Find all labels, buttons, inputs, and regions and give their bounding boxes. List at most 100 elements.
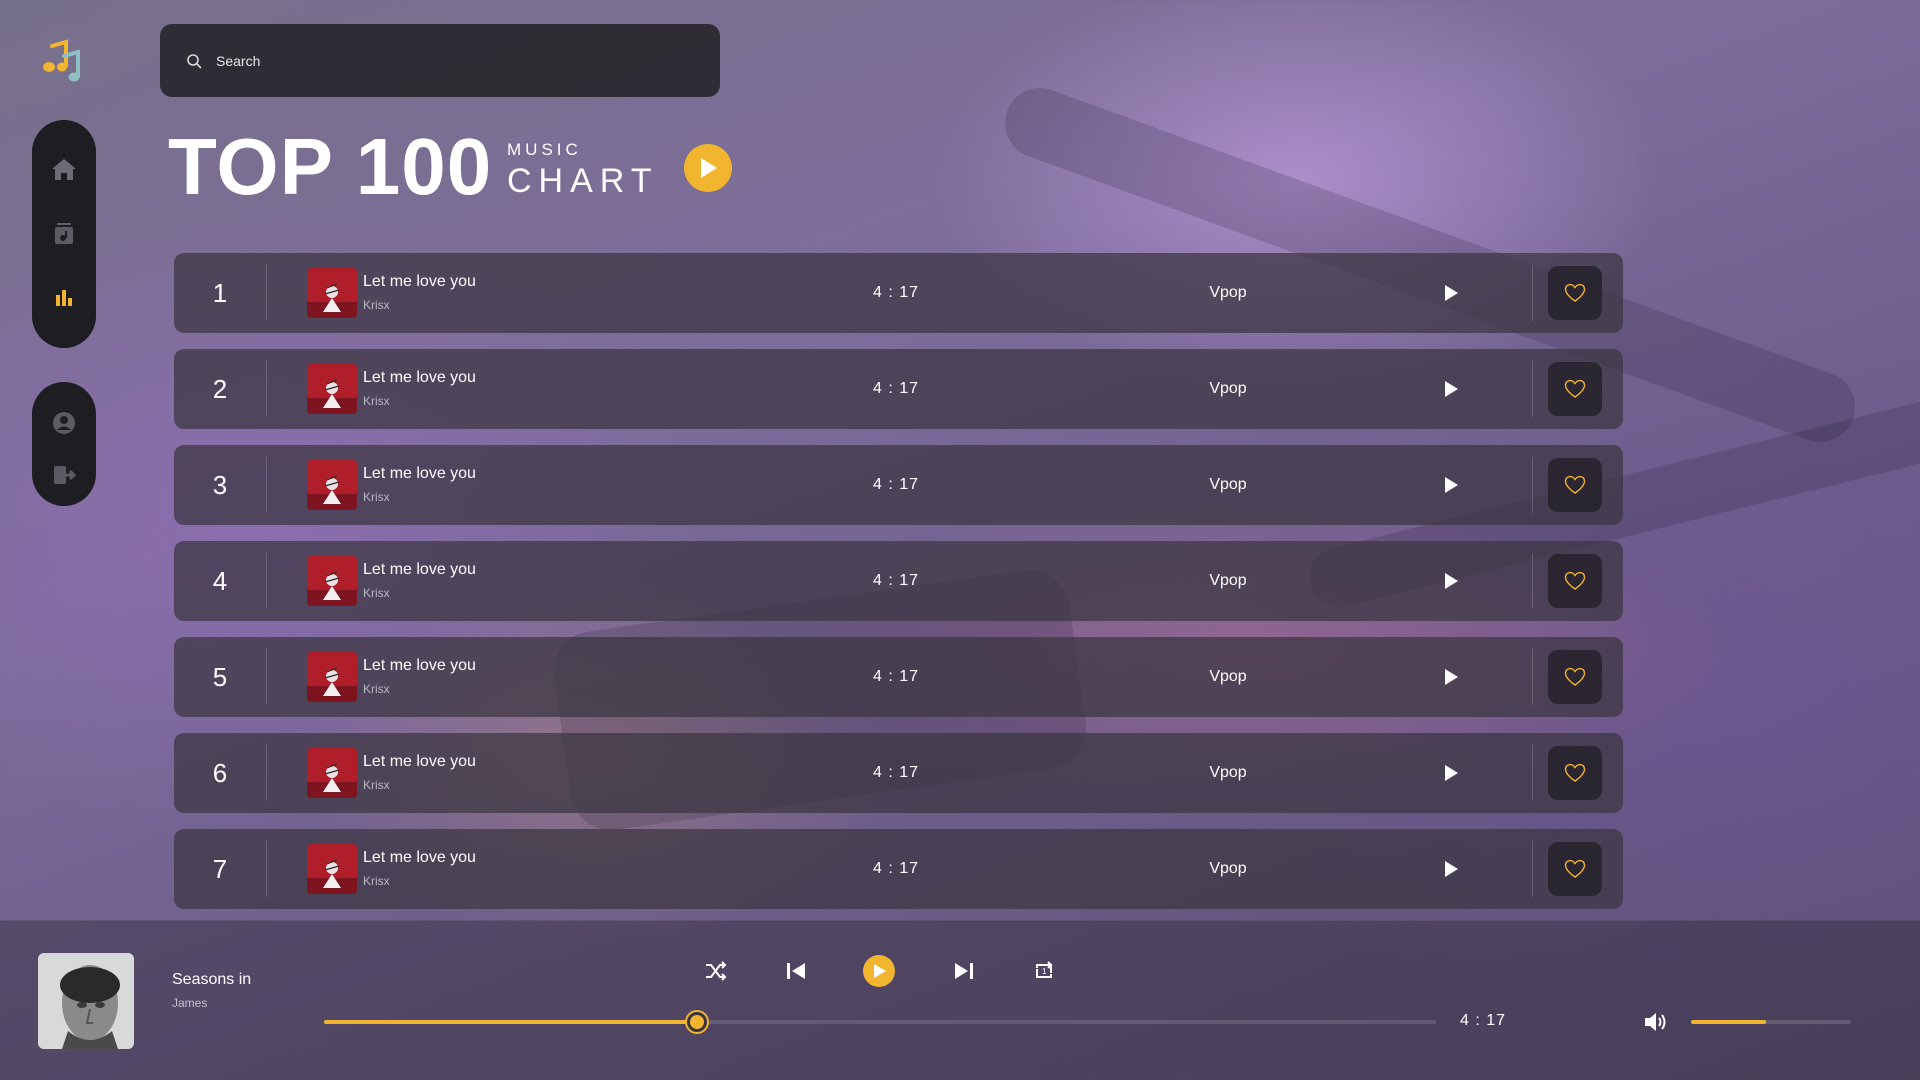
track-genre: Vpop [1209,860,1247,877]
track-play-button[interactable] [1438,280,1464,306]
shuffle-button[interactable] [702,957,730,985]
track-row[interactable]: 2 Let me love you Krisx 4 : 17 Vpop [174,349,1623,429]
track-cover[interactable] [307,460,357,510]
track-play-button[interactable] [1438,856,1464,882]
heart-icon [1564,859,1586,878]
track-play-button[interactable] [1438,472,1464,498]
track-genre: Vpop [1209,476,1247,493]
divider [1532,265,1533,321]
track-rank: 6 [212,758,228,788]
volume-icon [1645,1013,1666,1031]
sidebar-item-profile[interactable] [49,408,79,438]
play-icon [874,964,886,978]
track-genre: Vpop [1209,284,1247,301]
like-button[interactable] [1548,554,1602,608]
like-button[interactable] [1548,650,1602,704]
divider [1532,745,1533,801]
like-button[interactable] [1548,458,1602,512]
track-title: Let me love you [363,849,476,866]
track-artist: Krisx [363,874,390,888]
track-row[interactable]: 4 Let me love you Krisx 4 : 17 Vpop [174,541,1623,621]
divider [266,457,267,513]
svg-text:1: 1 [1042,967,1047,976]
track-cover[interactable] [307,748,357,798]
like-button[interactable] [1548,362,1602,416]
track-genre: Vpop [1209,572,1247,589]
play-icon [1445,861,1458,877]
heart-icon [1564,763,1586,782]
like-button[interactable] [1548,842,1602,896]
page-subtitle: CHART [507,162,659,200]
heart-icon [1564,571,1586,590]
search-input[interactable] [216,52,696,69]
now-playing-title: Seasons in [172,971,252,988]
track-row[interactable]: 1 Let me love you Krisx 4 : 17 Vpop [174,253,1623,333]
sidebar-item-charts[interactable] [49,282,79,312]
repeat-button[interactable]: 1 [1030,957,1058,985]
search-icon [187,53,202,68]
divider [1532,457,1533,513]
track-row[interactable]: 3 Let me love you Krisx 4 : 17 Vpop [174,445,1623,525]
play-button[interactable] [863,955,895,987]
track-duration: 4 : 17 [872,380,920,397]
progress-bar[interactable] [324,1012,1436,1032]
volume-button[interactable] [1643,1010,1669,1034]
track-title: Let me love you [363,465,476,482]
track-cover[interactable] [307,556,357,606]
progress-handle[interactable] [686,1012,707,1032]
volume-slider[interactable] [1691,1020,1851,1024]
track-title: Let me love you [363,273,476,290]
shuffle-icon [706,961,727,981]
track-row[interactable]: 6 Let me love you Krisx 4 : 17 Vpop [174,733,1623,813]
search-bar[interactable] [160,24,720,97]
divider [266,265,267,321]
track-duration: 4 : 17 [1460,1012,1507,1029]
divider [266,361,267,417]
sidebar-item-logout[interactable] [49,460,79,490]
play-icon [1445,477,1458,493]
track-play-button[interactable] [1438,568,1464,594]
play-icon [701,158,717,178]
progress-fill [324,1020,697,1024]
track-play-button[interactable] [1438,376,1464,402]
now-playing-cover[interactable] [38,953,134,1049]
track-row[interactable]: 7 Let me love you Krisx 4 : 17 Vpop [174,829,1623,909]
track-rank: 7 [212,854,228,884]
like-button[interactable] [1548,746,1602,800]
heart-icon [1564,379,1586,398]
now-playing-artist: James [172,996,208,1010]
play-all-button[interactable] [684,144,732,192]
like-button[interactable] [1548,266,1602,320]
track-cover[interactable] [307,364,357,414]
track-rank: 3 [212,470,228,500]
logout-icon [54,466,76,484]
track-title: Let me love you [363,369,476,386]
track-play-button[interactable] [1438,664,1464,690]
track-cover[interactable] [307,844,357,894]
divider [266,841,267,897]
track-row[interactable]: 5 Let me love you Krisx 4 : 17 Vpop [174,637,1623,717]
track-play-button[interactable] [1438,760,1464,786]
track-rank: 1 [212,278,228,308]
page-subtitle-small: MUSIC [507,140,582,159]
sidebar-item-home[interactable] [49,154,79,184]
sidebar-item-library[interactable] [49,218,79,248]
app-logo[interactable] [40,38,86,84]
next-icon [955,963,973,979]
home-icon [52,159,76,180]
player-bar: Seasons in James 1 4 : 17 [0,920,1920,1080]
play-icon [1445,573,1458,589]
track-artist: Krisx [363,586,390,600]
divider [1532,841,1533,897]
divider [266,745,267,801]
page-title: TOP 100 [168,122,493,211]
heart-icon [1564,475,1586,494]
track-artist: Krisx [363,490,390,504]
track-cover[interactable] [307,268,357,318]
track-genre: Vpop [1209,380,1247,397]
music-library-icon [55,223,73,244]
previous-button[interactable] [782,957,810,985]
track-cover[interactable] [307,652,357,702]
heart-icon [1564,283,1586,302]
next-button[interactable] [950,957,978,985]
